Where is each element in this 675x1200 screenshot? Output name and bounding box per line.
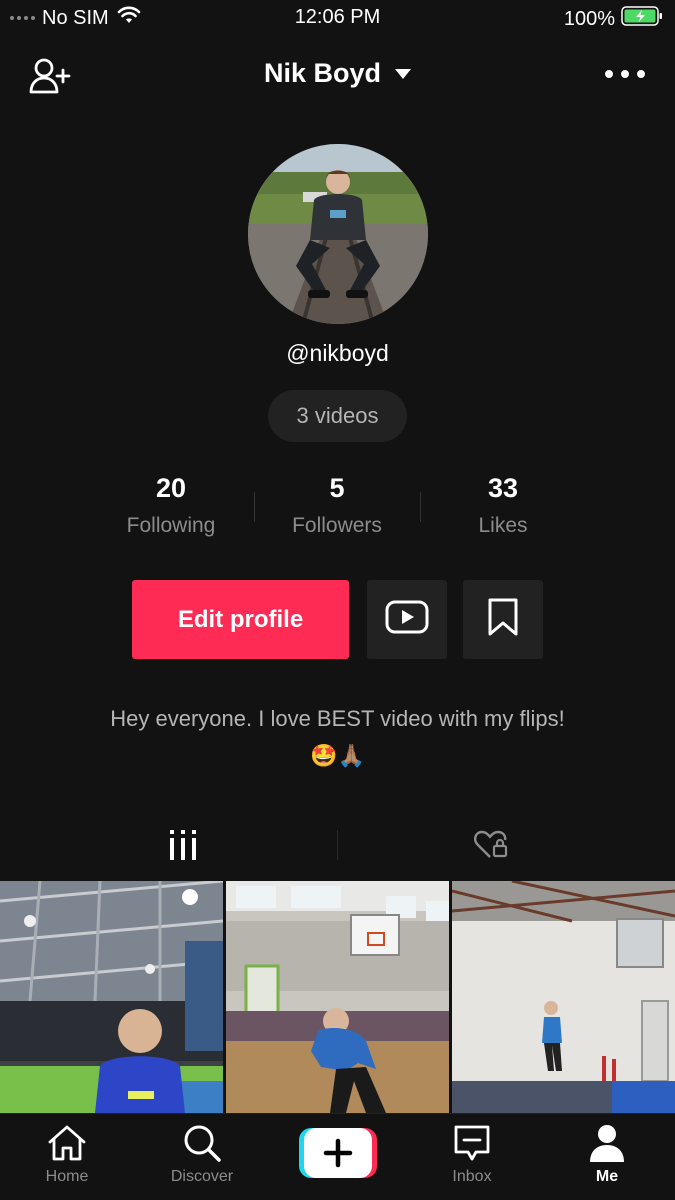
username: @nikboyd [286,340,389,366]
status-bar: No SIM 12:06 PM 100% [0,0,675,36]
video-grid [0,881,675,1113]
stat-label: Following [126,514,216,537]
youtube-icon [385,600,429,639]
video-thumbnail[interactable] [0,881,223,1113]
stat-label: Followers [292,514,382,537]
avatar[interactable] [248,144,428,324]
edit-profile-button[interactable]: Edit profile [132,580,349,659]
divider [337,830,338,860]
grid-icon [169,829,197,865]
content-tabs [0,820,675,872]
page-title: Nik Boyd [263,58,382,88]
tab-videos[interactable] [150,826,216,868]
nav-label: Inbox [452,1168,492,1185]
more-dots-icon[interactable] [605,70,645,78]
tab-liked[interactable] [458,826,524,868]
nav-label: Discover [170,1168,234,1185]
stat-value: 5 [329,473,345,503]
bio-text: Hey everyone. I love BEST video with my … [110,706,565,731]
profile-stats: 20 Following 5 Followers 33 Likes [88,470,588,550]
private-liked-icon [473,829,509,866]
bottom-nav: Home Discover Inbox Me [0,1113,675,1200]
profile-header: Nik Boyd [0,52,675,102]
stat-label: Likes [478,514,528,537]
stat-value: 33 [487,473,519,503]
nav-label: Me [595,1168,619,1185]
battery-icon [621,6,663,32]
chevron-down-icon [395,68,412,79]
stat-following[interactable]: 20 Following [88,470,254,550]
divider [254,492,255,522]
account-switcher[interactable]: Nik Boyd [0,58,675,89]
nav-label: Home [45,1168,89,1185]
inbox-icon [412,1122,532,1164]
home-icon [7,1122,127,1164]
favorites-button[interactable] [463,580,543,659]
bio: Hey everyone. I love BEST video with my … [40,702,635,773]
stat-value: 20 [155,473,187,503]
stat-followers[interactable]: 5 Followers [254,470,420,550]
person-icon [547,1122,667,1164]
battery-percent: 100% [563,7,615,30]
nav-me[interactable]: Me [547,1122,667,1186]
divider [420,492,421,522]
youtube-link-button[interactable] [367,580,447,659]
nav-inbox[interactable]: Inbox [412,1122,532,1186]
search-icon [142,1122,262,1164]
video-count-badge: 3 videos [268,390,407,442]
nav-home[interactable]: Home [7,1122,127,1186]
nav-discover[interactable]: Discover [142,1122,262,1186]
status-right: 100% [564,6,663,32]
bookmark-icon [487,598,519,641]
create-plus-icon[interactable] [299,1128,377,1178]
stat-likes: 33 Likes [420,470,586,550]
bio-emoji: 🤩🙏🏽 [310,743,365,768]
video-thumbnail[interactable] [452,881,675,1113]
video-thumbnail[interactable] [226,881,449,1113]
